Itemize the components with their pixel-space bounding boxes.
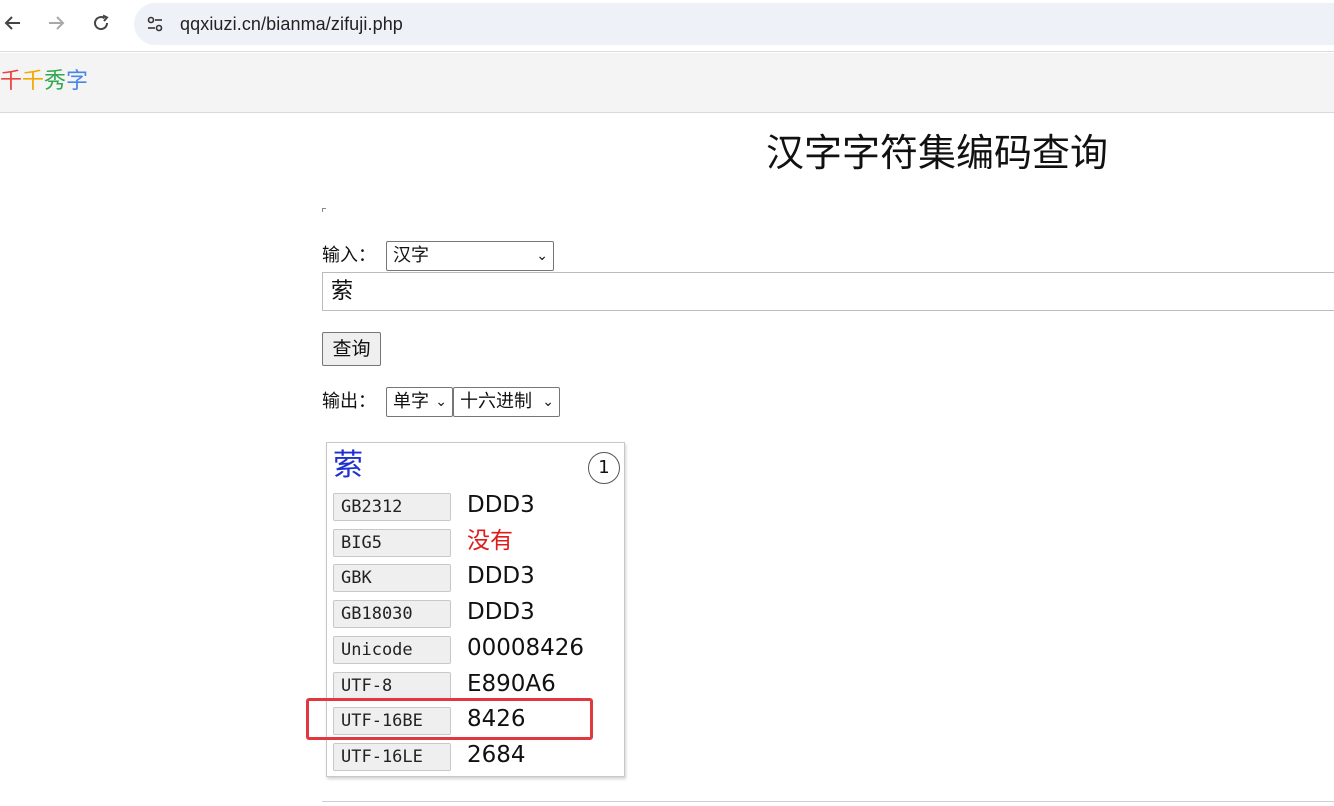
output-mode-value: 单字 (393, 391, 429, 412)
result-card: 萦 1 GB2312 DDD3 BIG5 没有 GBK DDD3 GB18030… (326, 442, 625, 777)
code-value: 2684 (467, 742, 526, 768)
code-row-gb18030: GB18030 DDD3 (333, 599, 618, 630)
logo-char: 字 (66, 69, 89, 94)
site-info-button[interactable] (144, 13, 166, 35)
code-row-gb2312: GB2312 DDD3 (333, 492, 618, 523)
output-base-value: 十六进制 (460, 391, 532, 412)
output-base-select[interactable]: 十六进制 ⌄ (453, 387, 560, 417)
code-label-button[interactable]: GB18030 (333, 600, 451, 628)
reload-icon (94, 14, 109, 31)
logo-char: 秀 (44, 69, 67, 94)
browser-toolbar: qqxiuzi.cn/bianma/zifuji.php (0, 0, 1334, 52)
code-value: 8426 (467, 706, 526, 732)
logo-char: 千 (0, 69, 23, 94)
arrow-right-icon (49, 16, 65, 30)
code-row-utf8: UTF-8 E890A6 (333, 671, 618, 702)
code-row-big5: BIG5 没有 (333, 528, 618, 559)
code-label-button[interactable]: Unicode (333, 636, 451, 664)
code-value: DDD3 (467, 599, 535, 625)
code-label-button[interactable]: BIG5 (333, 529, 451, 557)
input-type-value: 汉字 (393, 245, 429, 266)
site-logo[interactable]: 千千秀字 (0, 67, 88, 97)
site-header: 千千秀字 (0, 53, 1334, 113)
code-label-button[interactable]: GB2312 (333, 493, 451, 521)
address-bar[interactable]: qqxiuzi.cn/bianma/zifuji.php (134, 3, 1334, 45)
char-input[interactable]: 萦 (322, 272, 1334, 311)
chevron-down-icon: ⌄ (536, 248, 548, 264)
code-value: DDD3 (467, 563, 535, 589)
output-mode-select[interactable]: 单字 ⌄ (386, 387, 453, 417)
page-title: 汉字字符集编码查询 (766, 131, 1109, 175)
code-value: 00008426 (467, 635, 585, 661)
code-value: DDD3 (467, 492, 535, 518)
code-value: E890A6 (467, 671, 556, 697)
output-label: 输出： (322, 391, 376, 412)
logo-char: 千 (22, 69, 45, 94)
code-row-utf16le: UTF-16LE 2684 (333, 742, 618, 773)
corner-mark (322, 208, 326, 212)
code-row-gbk: GBK DDD3 (333, 563, 618, 594)
code-label-button[interactable]: UTF-16LE (333, 743, 451, 771)
back-button[interactable] (0, 10, 26, 36)
divider (322, 801, 1334, 802)
result-index-badge: 1 (588, 452, 620, 484)
input-type-select[interactable]: 汉字 ⌄ (386, 241, 554, 271)
arrow-left-icon (4, 16, 20, 30)
url-text[interactable]: qqxiuzi.cn/bianma/zifuji.php (180, 14, 403, 35)
code-label-button[interactable]: UTF-8 (333, 672, 451, 700)
code-label-button[interactable]: UTF-16BE (333, 707, 451, 735)
tune-icon (147, 16, 163, 32)
result-char: 萦 (333, 448, 363, 483)
query-button[interactable]: 查询 (322, 332, 381, 366)
code-row-utf16be: UTF-16BE 8426 (333, 706, 618, 737)
code-value: 没有 (467, 528, 513, 554)
input-label: 输入： (322, 245, 376, 266)
code-row-unicode: Unicode 00008426 (333, 635, 618, 666)
reload-button[interactable] (88, 10, 114, 36)
code-label-button[interactable]: GBK (333, 564, 451, 592)
forward-button[interactable] (43, 10, 69, 36)
chevron-down-icon: ⌄ (542, 394, 554, 410)
chevron-down-icon: ⌄ (435, 394, 447, 410)
